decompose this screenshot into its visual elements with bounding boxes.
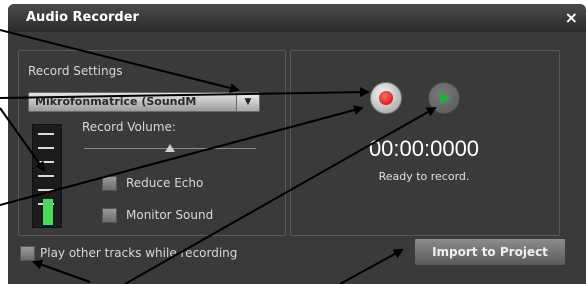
elapsed-time: 00:00:0000: [368, 136, 480, 161]
play-icon: [440, 91, 451, 105]
monitor-sound-checkbox[interactable]: [102, 208, 117, 223]
play-button[interactable]: [428, 82, 460, 114]
meter-tick: [38, 133, 54, 135]
window-title: Audio Recorder: [26, 10, 139, 25]
record-icon: [379, 91, 393, 105]
volume-slider-thumb[interactable]: [165, 144, 175, 152]
record-button[interactable]: [370, 82, 402, 114]
record-settings-label: Record Settings: [28, 64, 123, 78]
meter-level-bar: [43, 199, 53, 225]
monitor-sound-label: Monitor Sound: [126, 208, 214, 222]
meter-tick: [38, 189, 54, 191]
volume-meter: [32, 124, 62, 228]
meter-tick: [38, 175, 54, 177]
play-other-tracks-label: Play other tracks while recording: [40, 246, 238, 260]
reduce-echo-label: Reduce Echo: [126, 176, 204, 190]
close-icon[interactable]: ×: [565, 8, 578, 27]
meter-tick: [38, 161, 54, 163]
chevron-down-icon[interactable]: ▼: [236, 93, 259, 111]
input-device-dropdown[interactable]: Mikrofonmatrice (SoundM ▼: [28, 92, 260, 112]
reduce-echo-checkbox[interactable]: [102, 176, 117, 191]
import-to-project-button[interactable]: Import to Project: [414, 238, 566, 266]
play-other-tracks-checkbox[interactable]: [20, 246, 35, 261]
status-text: Ready to record.: [378, 170, 470, 183]
title-bar: Audio Recorder ×: [8, 4, 586, 32]
input-device-value: Mikrofonmatrice (SoundM: [35, 95, 197, 108]
meter-tick: [38, 147, 54, 149]
record-volume-label: Record Volume:: [82, 120, 176, 134]
